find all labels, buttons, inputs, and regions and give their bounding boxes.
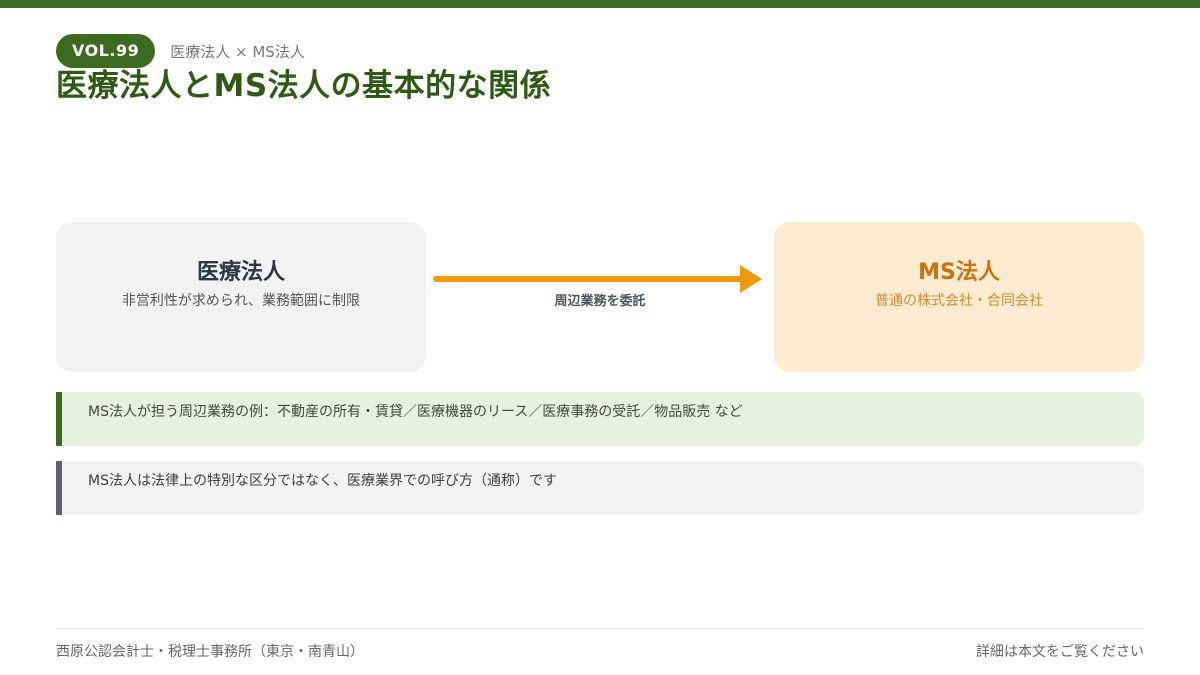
- arrow-label: 周辺業務を委託: [554, 294, 646, 309]
- definition-note: MS法人は法律上の特別な区分ではなく、医療業界での呼び方（通称）です: [56, 461, 1144, 515]
- ms-corporation-box: MS法人 普通の株式会社・合同会社: [774, 222, 1144, 372]
- top-accent-bar: [0, 0, 1200, 8]
- arrow-head: [740, 265, 762, 293]
- ms-corporation-description: 普通の株式会社・合同会社: [875, 293, 1043, 309]
- footer-see-details: 詳細は本文をご覧ください: [976, 644, 1144, 660]
- medical-corporation-box: 医療法人 非営利性が求められ、業務範囲に制限: [56, 222, 426, 372]
- page-title: 医療法人とMS法人の基本的な関係: [56, 68, 552, 104]
- footer-divider: [56, 628, 1144, 629]
- business-examples-note: MS法人が担う周辺業務の例：不動産の所有・賃貸／医療機器のリース／医療事務の受託…: [56, 392, 1144, 446]
- header-subtitle: 医療法人 × MS法人: [170, 42, 305, 61]
- ms-corporation-title: MS法人: [918, 260, 1000, 285]
- medical-corporation-description: 非営利性が求められ、業務範囲に制限: [121, 293, 361, 309]
- medical-corporation-title: 医療法人: [196, 260, 285, 285]
- footer-firm-name: 西原公認会計士・税理士事務所（東京・南青山）: [56, 644, 364, 660]
